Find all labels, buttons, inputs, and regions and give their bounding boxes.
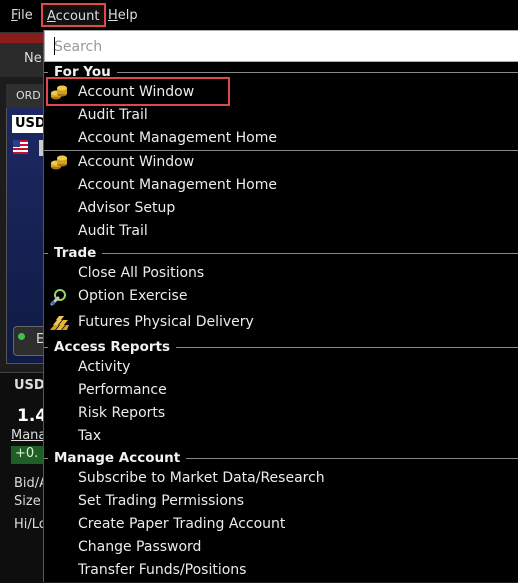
help-menu-mnemonic: H <box>108 8 118 23</box>
text-caret <box>54 37 55 55</box>
menu-item-label: Subscribe to Market Data/Research <box>78 470 325 486</box>
menu-item-audit-trail[interactable]: Audit Trail <box>44 104 518 127</box>
hi-lo-label: Hi/Lo <box>14 517 47 532</box>
section-manage-account-label: Manage Account <box>48 449 187 467</box>
background-toolbar-button[interactable]: Ne <box>24 51 42 66</box>
menu-item-tax[interactable]: Tax <box>44 425 518 448</box>
background-accent-strip <box>0 33 43 43</box>
menu-item-label: Advisor Setup <box>78 200 176 216</box>
order-currency[interactable]: USD <box>12 115 46 133</box>
menu-item-activity[interactable]: Activity <box>44 356 518 379</box>
menu-item-audit-trail-2[interactable]: Audit Trail <box>44 220 518 243</box>
menu-item-risk-reports[interactable]: Risk Reports <box>44 402 518 425</box>
section-rule <box>44 253 518 254</box>
account-menu-mnemonic: A <box>47 9 56 24</box>
menu-item-label: Transfer Funds/Positions <box>78 562 247 578</box>
account-menu-label: ccount <box>55 9 100 24</box>
status-dot-icon <box>18 333 25 340</box>
quote-panel-title: USD <box>14 378 45 393</box>
menu-item-label: Futures Physical Delivery <box>78 314 254 330</box>
menu-search-input[interactable] <box>45 31 516 63</box>
menu-item-subscribe-market-data[interactable]: Subscribe to Market Data/Research <box>44 467 518 490</box>
menu-item-label: Set Trading Permissions <box>78 493 245 509</box>
help-menu-label: elp <box>117 8 138 23</box>
account-menu[interactable]: Account <box>41 3 106 27</box>
menu-item-label: Performance <box>78 382 167 398</box>
quote-change: +0. <box>15 446 39 461</box>
menu-item-label: Account Management Home <box>78 177 277 193</box>
menu-item-label: Create Paper Trading Account <box>78 516 286 532</box>
section-access-reports-label: Access Reports <box>48 338 177 356</box>
us-flag-icon <box>13 140 28 154</box>
menu-item-label: Account Window <box>78 154 195 170</box>
menu-item-label: Risk Reports <box>78 405 166 421</box>
menu-item-label: Tax <box>78 428 102 444</box>
section-access-reports: Access Reports <box>44 338 518 356</box>
menu-item-account-window-2[interactable]: Account Window <box>44 151 518 174</box>
menu-item-close-all-positions[interactable]: Close All Positions <box>44 262 518 285</box>
menu-item-performance[interactable]: Performance <box>44 379 518 402</box>
menu-item-label: Activity <box>78 359 131 375</box>
menu-item-change-password[interactable]: Change Password <box>44 536 518 559</box>
menu-bar: File Account Help <box>0 0 518 33</box>
help-menu[interactable]: Help <box>104 6 142 26</box>
menu-item-label: Audit Trail <box>78 223 148 239</box>
manage-link[interactable]: Mana <box>11 428 46 443</box>
menu-item-account-management-home-2[interactable]: Account Management Home <box>44 174 518 197</box>
file-menu[interactable]: File <box>7 6 37 26</box>
menu-item-transfer-funds-positions[interactable]: Transfer Funds/Positions <box>44 559 518 582</box>
menu-item-advisor-setup[interactable]: Advisor Setup <box>44 197 518 220</box>
menu-item-label: Change Password <box>78 539 202 555</box>
menu-item-label: Option Exercise <box>78 288 188 304</box>
option-exercise-icon <box>50 289 66 306</box>
menu-item-create-paper-trading-account[interactable]: Create Paper Trading Account <box>44 513 518 536</box>
file-menu-label: ile <box>17 8 33 23</box>
section-manage-account: Manage Account <box>44 449 518 467</box>
order-panel-title: ORD <box>16 89 41 102</box>
menu-item-option-exercise[interactable]: Option Exercise <box>44 285 518 308</box>
section-trade-label: Trade <box>48 244 103 262</box>
background-status-button[interactable]: E <box>13 326 44 356</box>
section-trade: Trade <box>44 244 518 262</box>
highlight-box <box>46 77 230 106</box>
menu-item-label: Account Management Home <box>78 130 277 146</box>
size-label: Size <box>14 494 41 509</box>
menu-item-futures-physical-delivery[interactable]: Futures Physical Delivery <box>44 311 518 334</box>
menu-item-set-trading-permissions[interactable]: Set Trading Permissions <box>44 490 518 513</box>
account-dropdown: For You Account Window Audit Trail Accou… <box>43 30 518 582</box>
menu-item-label: Audit Trail <box>78 107 148 123</box>
coins-icon <box>51 155 67 170</box>
gold-bars-icon <box>50 316 69 330</box>
menu-item-account-management-home[interactable]: Account Management Home <box>44 127 518 150</box>
menu-item-label: Close All Positions <box>78 265 205 281</box>
menu-search-box[interactable] <box>44 30 518 63</box>
